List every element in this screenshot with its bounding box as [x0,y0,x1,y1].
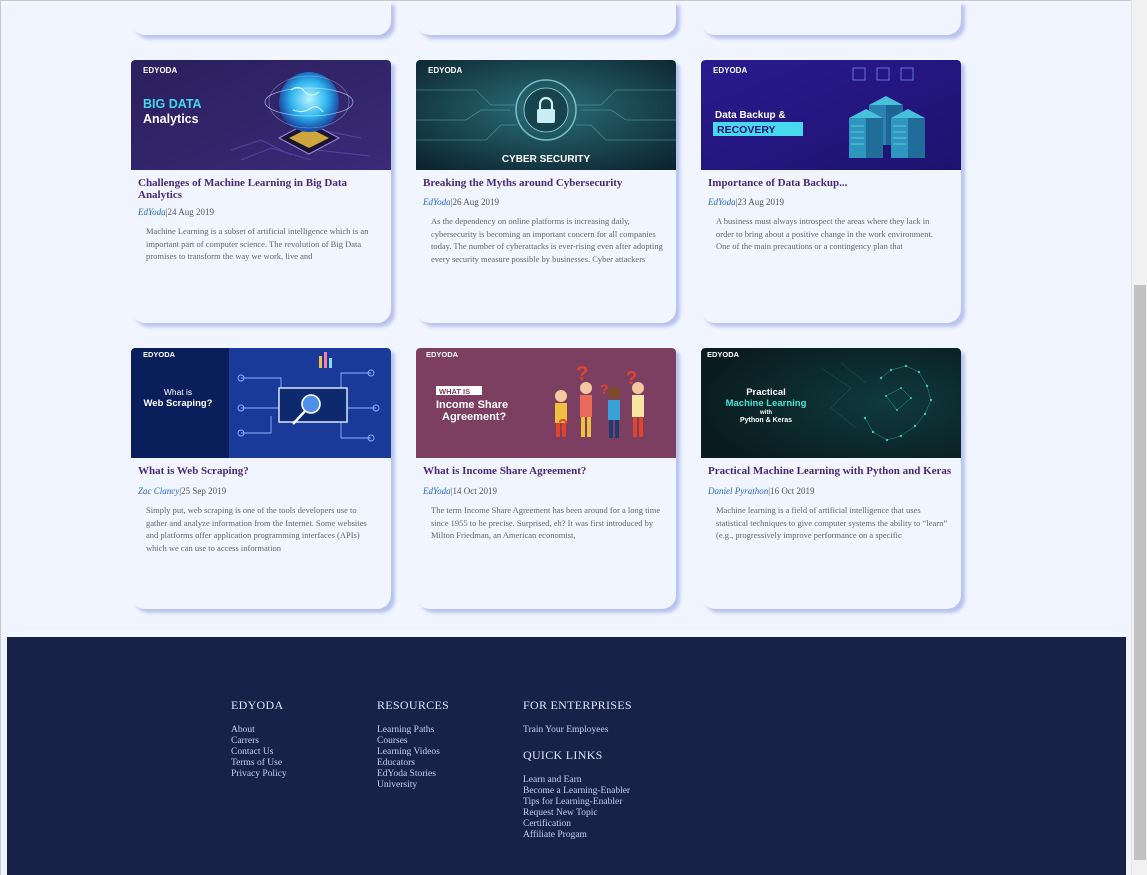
image-brand-text: EDYODA [428,66,462,75]
article-card[interactable]: EDYODA What is Web Scraping? What is Web… [131,348,391,609]
article-meta: Zac Clancy|25 Sep 2019 [131,477,391,496]
article-title[interactable]: Challenges of Machine Learning in Big Da… [131,170,391,201]
image-brand-text: EDYODA [143,66,177,75]
article-author-link[interactable]: EdYoda [423,197,451,207]
footer-heading-resources: RESOURCES [377,698,450,712]
article-date: 24 Aug 2019 [167,207,215,217]
footer-link-learning-paths[interactable]: Learning Paths [377,725,449,736]
article-date: 23 Aug 2019 [737,197,785,207]
article-thumbnail-cybersecurity[interactable]: EDYODA CYBER SECURITY [416,60,676,170]
image-headline-line3: with [759,410,772,416]
image-headline-line1: Practical [746,387,786,398]
article-card[interactable]: EDYODA Practical Machine Learning with P… [701,348,961,609]
article-description: A business must always introspect the ar… [716,216,933,251]
article-date: 25 Sep 2019 [181,486,227,496]
article-description: As the dependency on online platforms is… [431,216,663,264]
footer-link-learning-videos[interactable]: Learning Videos [377,747,449,758]
article-meta: EdYoda|14 Oct 2019 [416,477,676,496]
article-title[interactable]: Practical Machine Learning with Python a… [701,458,961,477]
article-author-link[interactable]: Daniel Pyrathon [708,486,768,496]
image-brand-text: EDYODA [713,66,747,75]
footer-link-edyoda-stories[interactable]: EdYoda Stories [377,769,449,780]
article-description: Simply put, web scraping is one of the t… [146,505,367,553]
svg-text:?: ? [626,368,637,388]
article-meta: EdYoda|23 Aug 2019 [701,189,961,207]
article-author-link[interactable]: EdYoda [708,197,736,207]
article-author-link[interactable]: EdYoda [138,207,166,217]
image-headline-line1: CYBER SECURITY [502,154,591,165]
article-author-link[interactable]: Zac Clancy [138,486,179,496]
article-author-link[interactable]: EdYoda [423,486,451,496]
article-card[interactable]: ???? EDYODA WHAT IS Income Share Agreeme… [416,348,676,609]
svg-text:?: ? [558,417,568,434]
article-thumbnail-web-scraping[interactable]: EDYODA What is Web Scraping? [131,348,391,458]
image-headline-line3: Agreement? [442,411,506,423]
footer-link-certification[interactable]: Certification [523,819,632,830]
article-title[interactable]: Breaking the Myths around Cybersecurity [416,170,676,189]
article-meta: EdYoda|26 Aug 2019 [416,189,676,207]
article-thumbnail-data-backup[interactable]: EDYODA Data Backup & RECOVERY [701,60,961,170]
page: EDYODA BIG DATA Analytics Challenges of … [0,0,1131,875]
image-headline-line1: Data Backup & [715,110,786,121]
article-card[interactable]: EDYODA BIG DATA Analytics Challenges of … [131,60,391,323]
image-headline-line1: What is [164,387,192,397]
image-headline-line1: BIG DATA [143,97,202,111]
article-title[interactable]: What is Web Scraping? [131,458,391,477]
article-meta: Daniel Pyrathon|16 Oct 2019 [701,477,961,496]
article-card-stub [416,1,676,35]
article-date: 26 Aug 2019 [452,197,500,207]
footer-link-train-your-employees[interactable]: Train Your Employees [523,725,632,736]
footer-link-university[interactable]: University [377,780,449,791]
footer-heading-edyoda: EDYODA [231,698,284,712]
image-headline-line2: Income Share [436,399,508,411]
footer-link-educators[interactable]: Educators [377,758,449,769]
svg-text:?: ? [576,363,588,385]
article-card-stub [701,1,961,35]
article-date: 16 Oct 2019 [770,486,815,496]
footer-link-affiliate-progam[interactable]: Affiliate Progam [523,830,632,841]
article-date: 14 Oct 2019 [452,486,498,496]
article-card[interactable]: EDYODA CYBER SECURITY Breaking the Myths… [416,60,676,323]
image-brand-text: EDYODA [426,350,459,359]
footer-link-contact-us[interactable]: Contact Us [231,747,287,758]
footer-link-about[interactable]: About [231,725,287,736]
footer-heading-enterprises: FOR ENTERPRISES [523,698,632,712]
article-title[interactable]: What is Income Share Agreement? [416,458,676,477]
footer-col-edyoda: EDYODA About Carrers Contact Us Terms of… [231,698,287,780]
svg-text:?: ? [600,381,609,397]
article-description: Machine learning is a field of artificia… [716,505,948,540]
image-headline-line2: Machine Learning [726,398,807,409]
article-description: Machine Learning is a subset of artifici… [146,226,369,261]
article-thumbnail-income-share[interactable]: ???? EDYODA WHAT IS Income Share Agreeme… [416,348,676,458]
article-title[interactable]: Importance of Data Backup... [701,170,961,189]
image-headline-line1: WHAT IS [439,387,470,396]
image-headline-line4: Python & Keras [740,417,792,424]
footer-link-request-new-topic[interactable]: Request New Topic [523,808,632,819]
footer-link-carrers[interactable]: Carrers [231,736,287,747]
footer-col-resources: RESOURCES Learning Paths Courses Learnin… [377,698,449,791]
image-headline-line2: Web Scraping? [144,398,213,409]
article-thumbnail-machine-learning[interactable]: EDYODA Practical Machine Learning with P… [701,348,961,458]
vertical-scrollbar[interactable] [1131,0,1147,875]
image-headline-line2: RECOVERY [717,124,776,136]
footer-link-become-learning-enabler[interactable]: Become a Learning-Enabler [523,786,632,797]
footer-link-learn-and-earn[interactable]: Learn and Earn [523,775,632,786]
footer-link-tips-learning-enabler[interactable]: Tips for Learning-Enabler [523,797,632,808]
image-headline-line2: Analytics [143,112,199,126]
site-footer: EDYODA About Carrers Contact Us Terms of… [7,637,1126,875]
article-card[interactable]: EDYODA Data Backup & RECOVERY Importance… [701,60,961,323]
article-thumbnail-big-data[interactable]: EDYODA BIG DATA Analytics [131,60,391,170]
image-brand-text: EDYODA [143,350,176,359]
article-description: The term Income Share Agreement has been… [431,505,661,540]
article-meta: EdYoda|24 Aug 2019 [131,201,391,217]
article-card-stub [131,1,391,35]
footer-link-terms-of-use[interactable]: Terms of Use [231,758,287,769]
footer-heading-quick-links: QUICK LINKS [523,748,603,762]
footer-col-enterprises: FOR ENTERPRISES Train Your Employees QUI… [523,698,632,841]
footer-link-courses[interactable]: Courses [377,736,449,747]
image-brand-text: EDYODA [707,350,740,359]
scrollbar-thumb[interactable] [1134,285,1146,860]
footer-link-privacy-policy[interactable]: Privacy Policy [231,769,287,780]
